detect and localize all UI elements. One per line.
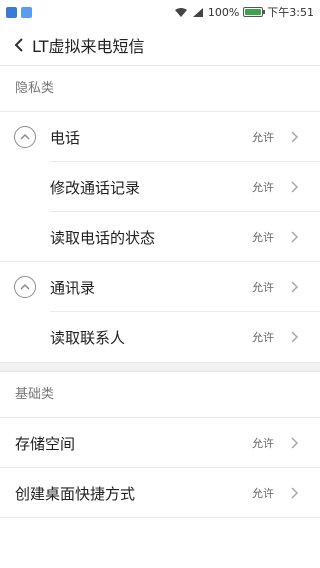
divider [0, 517, 320, 518]
permission-modify-call-log[interactable]: 修改通话记录 允许 [0, 162, 320, 212]
permission-label: 修改通话记录 [50, 178, 141, 197]
back-arrow-icon[interactable] [10, 36, 30, 54]
permission-label: 电话 [50, 128, 81, 147]
wifi-icon [174, 7, 187, 17]
permission-label: 存储空间 [15, 434, 76, 453]
status-left [6, 6, 32, 18]
signal-icon [192, 7, 203, 17]
section-header-basic: 基础类 [0, 372, 320, 418]
notification-app-icon-1 [6, 6, 17, 18]
chevron-right-icon [291, 331, 299, 343]
permission-status: 允许 [252, 281, 274, 294]
permission-group-contacts[interactable]: 通讯录 允许 [0, 262, 320, 312]
collapse-toggle-icon[interactable] [14, 276, 36, 298]
permission-status: 允许 [252, 487, 274, 500]
permission-status: 允许 [252, 131, 274, 144]
chevron-right-icon [291, 487, 299, 499]
battery-percent: 100% [207, 5, 240, 19]
clock: 下午3:51 [267, 6, 314, 19]
permission-read-phone-state[interactable]: 读取电话的状态 允许 [0, 212, 320, 262]
permission-status: 允许 [252, 231, 274, 244]
permission-read-contacts[interactable]: 读取联系人 允许 [0, 312, 320, 362]
chevron-right-icon [291, 181, 299, 193]
permission-label: 创建桌面快捷方式 [15, 484, 136, 503]
permission-storage[interactable]: 存储空间 允许 [0, 418, 320, 468]
permission-label: 通讯录 [50, 278, 96, 297]
permission-label: 读取联系人 [50, 328, 126, 347]
status-right: 100% 下午3:51 [174, 4, 314, 20]
chevron-right-icon [291, 281, 299, 293]
battery-icon [243, 7, 266, 17]
chevron-right-icon [291, 231, 299, 243]
page-title: LT虚拟来电短信 [32, 36, 145, 56]
section-header-privacy: 隐私类 [0, 66, 320, 112]
permission-status: 允许 [252, 181, 274, 194]
permission-create-shortcut[interactable]: 创建桌面快捷方式 允许 [0, 468, 320, 518]
section-gap [0, 362, 320, 372]
permission-label: 读取电话的状态 [50, 228, 156, 247]
chevron-right-icon [291, 437, 299, 449]
chevron-right-icon [291, 131, 299, 143]
collapse-toggle-icon[interactable] [14, 126, 36, 148]
permission-group-phone[interactable]: 电话 允许 [0, 112, 320, 162]
permissions-list: 隐私类 电话 允许 修改通话记录 允许 读取电话的状态 允许 通讯录 允许 读取… [0, 66, 320, 518]
battery-fill [245, 9, 262, 15]
notification-app-icon-2 [21, 6, 32, 18]
permission-status: 允许 [252, 331, 274, 344]
permission-status: 允许 [252, 437, 274, 450]
title-bar: LT虚拟来电短信 [0, 24, 320, 66]
status-bar: 100% 下午3:51 [0, 0, 320, 24]
